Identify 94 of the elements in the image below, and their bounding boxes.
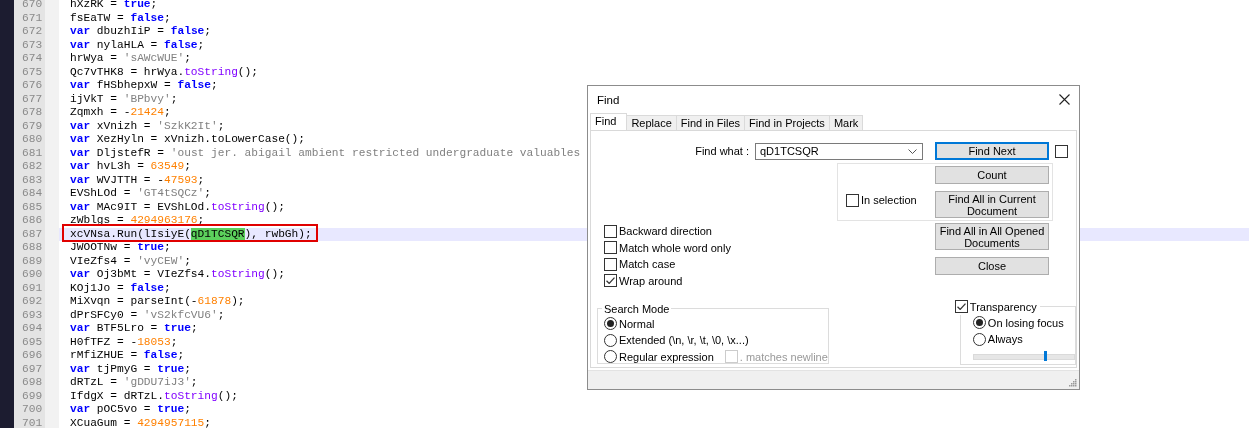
dialog-button[interactable]: Count — [935, 166, 1049, 184]
checkmark-icon — [956, 303, 966, 310]
field-label: Find what : — [694, 145, 749, 157]
code-line: var hvL3h = 63549; — [69, 160, 191, 174]
line-number: 675 — [21, 65, 44, 79]
code-line: dPrSFCy0 = 'vS2kfcVU6'; — [69, 308, 225, 322]
line-number: 688 — [21, 241, 44, 255]
code-line: var BTF5Lro = true; — [69, 322, 198, 336]
tab[interactable]: Mark — [828, 115, 864, 130]
code-line: var pOC5vo = true; — [69, 403, 191, 417]
slider[interactable] — [972, 353, 1075, 360]
line-number: 684 — [21, 187, 44, 201]
code-line: VIeZfs4 = 'vyCEW'; — [69, 254, 191, 268]
tab[interactable]: Find in Projects — [744, 115, 830, 130]
line-number: 696 — [21, 349, 44, 363]
code-line: ijVkT = 'BPbvy'; — [69, 92, 178, 106]
line-number: 687 — [21, 227, 44, 241]
dialog-button[interactable]: Find All in All Opened Documents — [935, 223, 1049, 250]
code-line: XCuaGum = 4294957115; — [69, 416, 211, 428]
line-number: 678 — [21, 106, 44, 120]
checkbox[interactable]: Match whole word only — [604, 239, 935, 256]
group-label: Search Mode — [603, 302, 671, 315]
radio-button[interactable]: Normal — [604, 315, 828, 332]
code-line: hrWya = 'sAWcWUE'; — [69, 52, 191, 66]
code-line: xcVNsa.Run(lIsiyE(qD1TCSQR), rwbGh); — [69, 227, 312, 241]
line-number: 701 — [21, 416, 44, 428]
code-line: H0fTFZ = -18053; — [69, 335, 178, 349]
code-line: var nylaHLA = false; — [69, 38, 205, 52]
radio-button[interactable]: Regular expression — [604, 348, 714, 365]
line-number: 671 — [21, 11, 44, 25]
search-combo-box[interactable]: qD1TCSQR — [755, 142, 923, 160]
line-number: 699 — [21, 389, 44, 403]
line-number: 698 — [21, 376, 44, 390]
code-line: var fHSbhepxW = false; — [69, 79, 218, 93]
code-line: zWblgs = 4294963176; — [69, 214, 205, 228]
code-line: var tjPmyG = true; — [69, 362, 191, 376]
code-line: var XezHyln = xVnizh.toLowerCase(); — [69, 133, 305, 147]
checkbox[interactable]: Transparency — [954, 298, 1037, 315]
line-number: 682 — [21, 160, 44, 174]
line-number: 686 — [21, 214, 44, 228]
checkmark-icon — [606, 277, 615, 284]
line-number: 695 — [21, 335, 44, 349]
checkbox[interactable]: Match case — [604, 256, 935, 272]
line-number: 670 — [21, 0, 44, 12]
line-number: 693 — [21, 308, 44, 322]
code-line: var xVnizh = 'SzkK2It'; — [69, 119, 225, 133]
line-number: 680 — [21, 133, 44, 147]
tab[interactable]: Find in Files — [675, 115, 746, 130]
code-line: rMfiZHUE = false; — [69, 349, 185, 363]
code-line: fsEaTW = false; — [69, 11, 171, 25]
code-line: var MAc9IT = EVShLOd.toString(); — [69, 200, 285, 214]
radio-button[interactable]: On losing focus — [972, 314, 1075, 331]
line-number: 681 — [21, 146, 44, 160]
radio-button[interactable]: Always — [972, 331, 1075, 347]
line-number: 679 — [21, 119, 44, 133]
code-line: var DljstefR = 'oust jer. abigail ambient restricted undergraduate valuables — [69, 146, 581, 160]
line-number: 672 — [21, 25, 44, 39]
code-line: Zqmxh = -21424; — [69, 106, 171, 120]
close-icon[interactable] — [1059, 94, 1070, 105]
line-number: 676 — [21, 79, 44, 93]
checkbox[interactable]: In selection — [846, 192, 917, 208]
code-line: var Oj3bMt = VIeZfs4.toString(); — [69, 268, 285, 282]
line-number: 691 — [21, 281, 44, 295]
tab[interactable]: Find — [590, 113, 628, 130]
code-line: KOj1Jo = false; — [69, 281, 171, 295]
code-line: JWOOTNw = true; — [69, 241, 171, 255]
checkbox[interactable]: Backward direction — [604, 223, 935, 239]
line-number: 674 — [21, 52, 44, 66]
line-number: 692 — [21, 295, 44, 309]
code-line: var dbuzhIiP = false; — [69, 25, 212, 39]
checkbox[interactable]: Wrap around — [604, 272, 935, 289]
radio-button[interactable]: Extended (\n, \r, \t, \0, \x...) — [604, 332, 828, 348]
line-number: 685 — [21, 200, 44, 214]
line-number: 689 — [21, 254, 44, 268]
line-number: 683 — [21, 173, 44, 187]
line-number: 690 — [21, 268, 44, 282]
code-line: IfdgX = dRTzL.toString(); — [69, 389, 238, 403]
code-line: EVShLOd = 'GT4tSQCz'; — [69, 187, 211, 201]
code-line: dRTzL = 'gDDU7iJ3'; — [69, 376, 198, 390]
dialog-button[interactable]: Find All in Current Document — [935, 191, 1049, 218]
checkbox[interactable] — [1055, 143, 1070, 159]
line-number: 673 — [21, 38, 44, 52]
line-number: 700 — [21, 403, 44, 417]
window-title: Find — [597, 93, 620, 106]
tab[interactable]: Replace — [626, 115, 677, 130]
code-line: Qc7vTHK8 = hrWya.toString(); — [69, 65, 258, 79]
line-number: 694 — [21, 322, 44, 336]
resize-grip-icon[interactable] — [1069, 379, 1077, 387]
code-line: MiXvqn = parseInt(-61878); — [69, 295, 245, 309]
code-line: var WVJTTH = -47593; — [69, 173, 205, 187]
dialog-button[interactable]: Close — [935, 257, 1049, 275]
line-number: 697 — [21, 362, 44, 376]
line-number: 677 — [21, 92, 44, 106]
dialog-button[interactable]: Find Next — [935, 142, 1049, 160]
